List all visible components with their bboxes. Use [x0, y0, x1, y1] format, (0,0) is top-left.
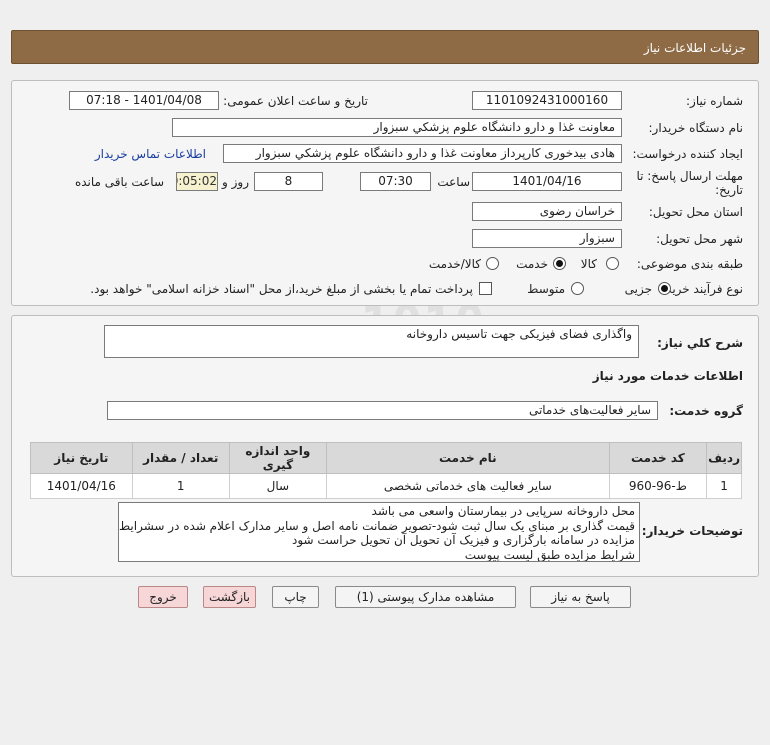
city-label: شهر محل تحویل:: [656, 232, 743, 246]
process-option-medium: متوسط: [527, 282, 565, 296]
buyer-contact-link[interactable]: اطلاعات تماس خریدار: [95, 147, 206, 161]
service-group-field: سایر فعالیت‌های خدماتی: [107, 401, 658, 420]
treasury-checkbox[interactable]: [479, 282, 492, 295]
category-option-goods-service: کالا/خدمت: [428, 257, 481, 271]
announce-label: تاریخ و ساعت اعلان عمومی:: [223, 94, 368, 108]
col-quantity: تعداد / مقدار: [131, 442, 230, 474]
days-remaining-field: 8: [254, 172, 323, 191]
exit-button[interactable]: خروج: [138, 586, 188, 608]
deadline-time-field: 07:30: [360, 172, 431, 191]
cell-service-code: ط-96-960: [608, 473, 708, 499]
col-need-date: تاریخ نیاز: [30, 442, 133, 474]
cell-row: 1: [706, 473, 742, 499]
col-service-name: نام خدمت: [325, 442, 610, 474]
table-row: 1 ط-96-960 سایر فعالیت های خدماتی شخصی س…: [30, 473, 742, 499]
deadline-time-label: ساعت: [437, 175, 470, 189]
process-radio-minor[interactable]: [658, 282, 671, 295]
summary-field: واگذاری فضای فیزیکی جهت تاسیس داروخانه: [104, 325, 639, 358]
category-radio-goods[interactable]: [606, 257, 619, 270]
buyer-org-label: نام دستگاه خریدار:: [648, 121, 744, 135]
remaining-time-label: ساعت باقی مانده: [74, 175, 164, 189]
col-service-code: کد خدمت: [608, 442, 708, 474]
buyer-notes-field: محل داروخانه سرپایی در بیمارستان واسعی م…: [118, 502, 640, 562]
announce-datetime-field: 1401/04/08 - 07:18: [69, 91, 219, 110]
service-group-label: گروه خدمت:: [669, 404, 743, 418]
province-label: استان محل تحویل:: [648, 205, 743, 219]
category-radio-goods-service[interactable]: [486, 257, 499, 270]
deadline-date-field: 1401/04/16: [472, 172, 622, 191]
buyer-notes-label: توضیحات خریدار:: [641, 524, 743, 538]
services-table: ردیف کد خدمت نام خدمت واحد اندازه گیری ت…: [30, 442, 742, 499]
back-button[interactable]: بازگشت: [203, 586, 256, 608]
reply-button[interactable]: پاسخ به نیاز: [530, 586, 631, 608]
category-radio-service[interactable]: [553, 257, 566, 270]
city-field: سبزوار: [472, 229, 622, 248]
category-label: طبقه بندی موضوعی:: [636, 257, 743, 271]
col-row: ردیف: [706, 442, 742, 474]
category-option-goods: کالا: [580, 257, 597, 271]
days-label: روز و: [222, 175, 249, 189]
buyer-org-field: معاونت غذا و دارو دانشگاه علوم پزشکي سبز…: [172, 118, 622, 137]
category-option-service: خدمت: [516, 257, 548, 271]
cell-need-date: 1401/04/16: [30, 473, 133, 499]
remaining-time-field: 00:05:02: [176, 172, 218, 191]
cell-service-name: سایر فعالیت های خدماتی شخصی: [325, 473, 610, 499]
print-button[interactable]: چاپ: [272, 586, 319, 608]
cell-unit: سال: [228, 473, 327, 499]
buyer-notes-line: محل داروخانه سرپایی در بیمارستان واسعی م…: [371, 504, 635, 518]
page-title: جزئیات اطلاعات نیاز: [11, 30, 759, 64]
need-number-label: شماره نیاز:: [686, 94, 743, 108]
requester-field: هادی بیدخوری کارپرداز معاونت غذا و دارو …: [223, 144, 622, 163]
process-radio-medium[interactable]: [571, 282, 584, 295]
buyer-notes-line: مزایده در سامانه بارگزاری و فیزیک آن تحو…: [291, 533, 635, 547]
summary-label: شرح کلي نیاز:: [657, 336, 743, 350]
treasury-note: پرداخت تمام یا بخشی از مبلغ خرید،از محل …: [90, 282, 473, 296]
buyer-notes-line: قیمت گذاری بر مبنای یک سال ثبت شود-تصویر…: [119, 518, 635, 533]
col-unit: واحد اندازه گیری: [228, 442, 327, 474]
province-field: خراسان رضوی: [472, 202, 622, 221]
deadline-label: مهلت ارسال پاسخ: تا تاریخ:: [636, 169, 743, 197]
buyer-notes-line: شرایط مزایده طبق لیست پیوست: [464, 547, 635, 562]
need-number-field: 1101092431000160: [472, 91, 622, 110]
table-header-row: ردیف کد خدمت نام خدمت واحد اندازه گیری ت…: [30, 442, 742, 474]
requester-label: ایجاد کننده درخواست:: [632, 147, 743, 161]
view-attachments-button[interactable]: مشاهده مدارک پیوستی (1): [335, 586, 516, 608]
services-heading: اطلاعات خدمات مورد نیاز: [592, 369, 743, 383]
process-option-minor: جزیی: [624, 282, 652, 296]
cell-quantity: 1: [131, 473, 230, 499]
